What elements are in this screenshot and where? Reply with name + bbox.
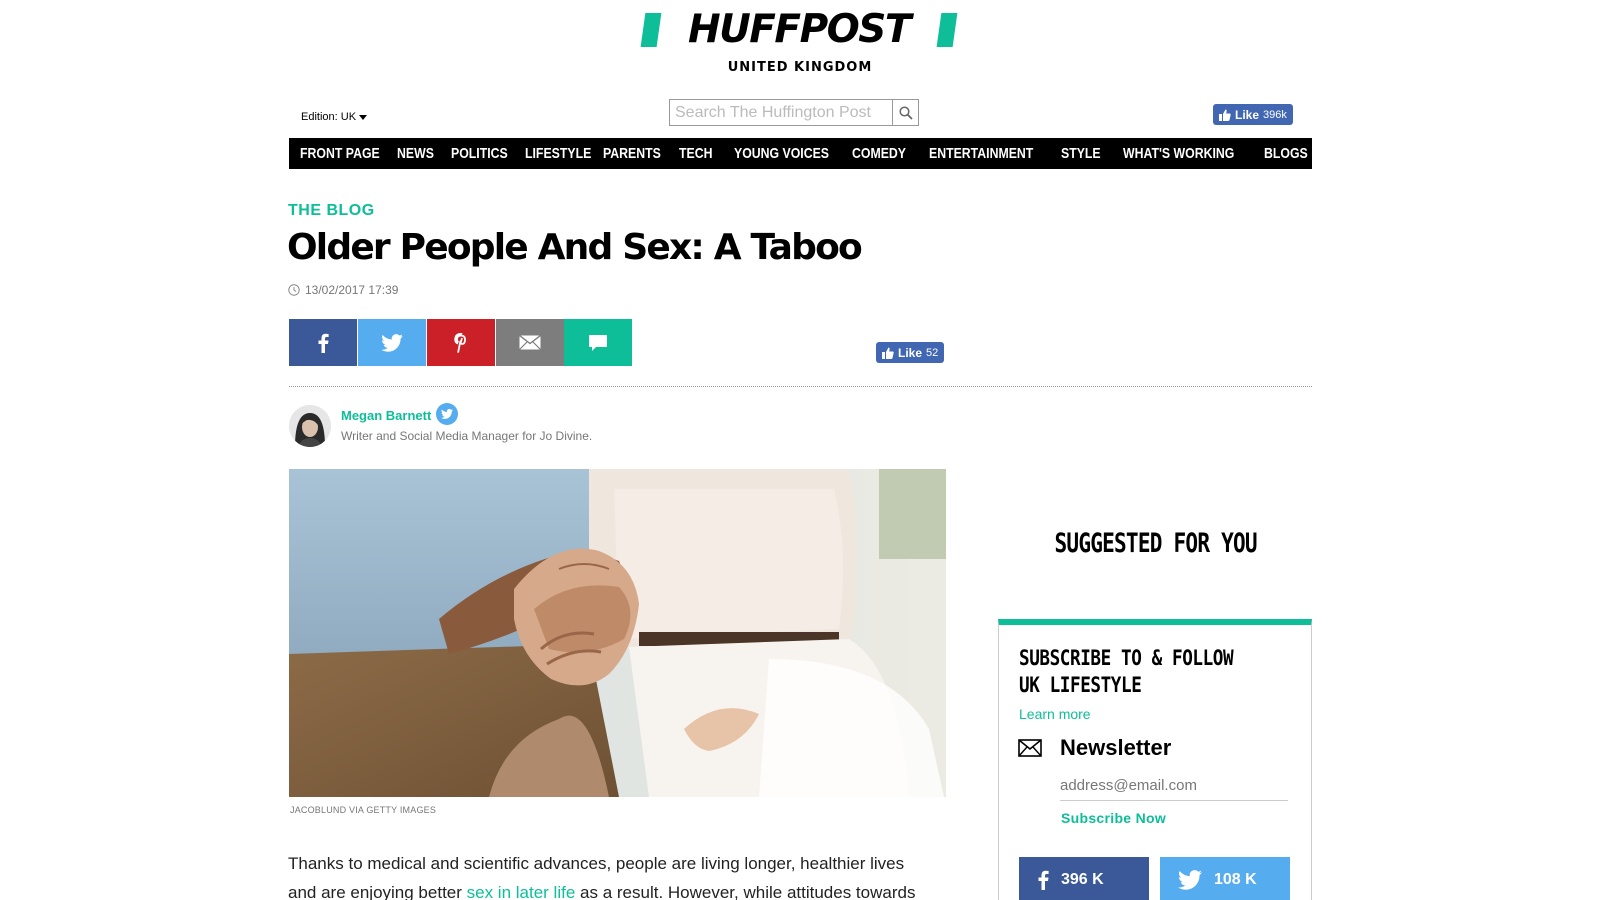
- divider: [289, 386, 1312, 387]
- timestamp-text: 13/02/2017 17:39: [305, 283, 399, 297]
- subscribe-title: SUBSCRIBE TO & FOLLOW UK LIFESTYLE: [1019, 645, 1279, 699]
- nav-item-parents[interactable]: PARENTS: [603, 138, 661, 169]
- pinterest-icon: [454, 332, 466, 353]
- article-timestamp: 13/02/2017 17:39: [288, 283, 398, 297]
- body-line: Thanks to medical and scientific advance…: [288, 854, 905, 873]
- search-button[interactable]: [892, 100, 918, 125]
- facebook-follow-count: 396 K: [1061, 871, 1104, 888]
- nav-item-young-voices[interactable]: YOUNG VOICES: [734, 138, 829, 169]
- newsletter-email-input[interactable]: [1060, 771, 1288, 801]
- twitter-follow-button[interactable]: 108 K: [1160, 857, 1290, 900]
- edition-selector[interactable]: Edition: UK: [301, 111, 368, 123]
- author-avatar[interactable]: [289, 405, 331, 447]
- logo-right-bar: [936, 13, 958, 47]
- author-name[interactable]: Megan Barnett: [341, 408, 431, 423]
- inline-link-sex-in-later-life[interactable]: sex in later life: [467, 883, 576, 900]
- facebook-follow-button[interactable]: 396 K: [1019, 857, 1149, 900]
- caret-down-icon: [359, 114, 368, 120]
- share-email-button[interactable]: [496, 319, 564, 366]
- nav-item-style[interactable]: STYLE: [1061, 138, 1101, 169]
- subscribe-title-line: UK LIFESTYLE: [1019, 673, 1142, 697]
- logo-wordmark: HUFFPOST: [687, 7, 912, 52]
- nav-item-tech[interactable]: TECH: [679, 138, 712, 169]
- body-text-segment: as a result. However, while attitudes to…: [575, 883, 916, 900]
- main-nav: FRONT PAGE NEWS POLITICS LIFESTYLE PAREN…: [289, 138, 1312, 169]
- subscribe-follow-box: SUBSCRIBE TO & FOLLOW UK LIFESTYLE Learn…: [998, 619, 1312, 900]
- facebook-icon: [318, 333, 329, 353]
- nav-item-front-page[interactable]: FRONT PAGE: [300, 138, 380, 169]
- comment-icon: [589, 334, 607, 351]
- nav-item-lifestyle[interactable]: LIFESTYLE: [525, 138, 591, 169]
- thumbs-up-icon: [882, 347, 894, 359]
- share-comment-button[interactable]: [564, 319, 632, 366]
- subscribe-title-line: SUBSCRIBE TO & FOLLOW: [1019, 646, 1234, 670]
- envelope-icon: [1018, 739, 1042, 762]
- author-bio: Writer and Social Media Manager for Jo D…: [341, 429, 593, 443]
- article-title: Older People And Sex: A Taboo: [287, 227, 863, 268]
- suggested-for-you-heading: SUGGESTED FOR YOU: [996, 528, 1316, 559]
- nav-item-comedy[interactable]: COMEDY: [852, 138, 906, 169]
- like-count: 396k: [1263, 108, 1287, 121]
- huffpost-logo[interactable]: HUFFPOST: [640, 7, 958, 52]
- search-input[interactable]: [670, 100, 892, 125]
- facebook-like-button[interactable]: Like 396k: [1213, 104, 1293, 125]
- twitter-icon: [441, 409, 453, 419]
- thumbs-up-icon: [1219, 109, 1231, 121]
- twitter-icon: [381, 333, 403, 352]
- article-facebook-like-button[interactable]: Like 52: [876, 342, 945, 363]
- logo-left-bar: [640, 13, 662, 47]
- like-count: 52: [926, 346, 939, 359]
- like-label: Like: [1235, 107, 1260, 122]
- image-credit: JACOBLUND VIA GETTY IMAGES: [290, 805, 437, 815]
- facebook-icon: [1038, 870, 1049, 890]
- subscribe-now-button[interactable]: Subscribe Now: [1061, 810, 1166, 826]
- edition-region-label: UNITED KINGDOM: [727, 60, 873, 75]
- share-pinterest-button[interactable]: [427, 319, 495, 366]
- twitter-icon: [1178, 870, 1202, 890]
- search-icon: [898, 105, 913, 120]
- like-label: Like: [898, 345, 923, 360]
- search-box: [669, 99, 919, 126]
- edition-label: Edition: UK: [301, 111, 357, 123]
- email-icon: [519, 335, 541, 350]
- suggested-heading-text: SUGGESTED FOR YOU: [1054, 528, 1258, 559]
- article-hero-image: [289, 469, 946, 797]
- nav-item-entertainment[interactable]: ENTERTAINMENT: [929, 138, 1033, 169]
- nav-item-politics[interactable]: POLITICS: [451, 138, 508, 169]
- nav-item-news[interactable]: NEWS: [397, 138, 434, 169]
- author-twitter-link[interactable]: [436, 403, 458, 425]
- body-line: and are enjoying better sex in later lif…: [288, 878, 948, 900]
- article-body: Thanks to medical and scientific advance…: [288, 849, 948, 900]
- clock-icon: [288, 284, 300, 296]
- share-facebook-button[interactable]: [289, 319, 357, 366]
- learn-more-link[interactable]: Learn more: [1019, 706, 1091, 722]
- body-text-segment: and are enjoying better: [288, 883, 467, 900]
- newsletter-title: Newsletter: [1060, 735, 1172, 760]
- nav-item-whats-working[interactable]: WHAT'S WORKING: [1123, 138, 1234, 169]
- nav-item-blogs[interactable]: BLOGS: [1264, 138, 1308, 169]
- share-twitter-button[interactable]: [358, 319, 426, 366]
- twitter-follow-count: 108 K: [1214, 871, 1257, 888]
- section-kicker[interactable]: THE BLOG: [288, 202, 375, 220]
